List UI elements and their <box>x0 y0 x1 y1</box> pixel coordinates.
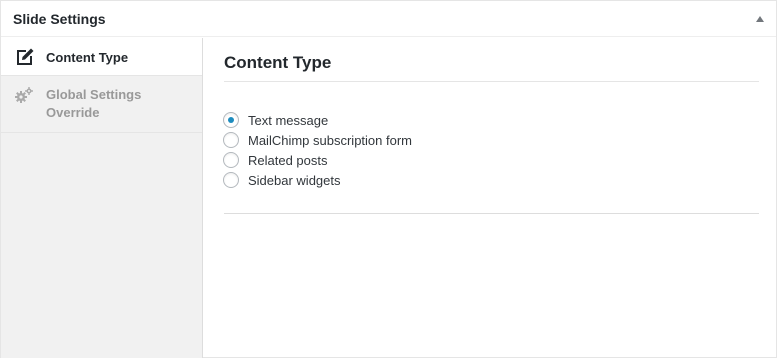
radio-label: Related posts <box>248 152 328 168</box>
radio-button-checked[interactable] <box>223 112 239 128</box>
gears-icon <box>15 87 33 103</box>
tab-global-settings-override[interactable]: Global Settings Override <box>1 76 202 133</box>
radio-option-related-posts[interactable]: Related posts <box>223 150 412 170</box>
radio-button[interactable] <box>223 132 239 148</box>
radio-button[interactable] <box>223 172 239 188</box>
radio-option-text-message[interactable]: Text message <box>223 110 412 130</box>
radio-option-mailchimp-form[interactable]: MailChimp subscription form <box>223 130 412 150</box>
radio-label: MailChimp subscription form <box>248 132 412 148</box>
radio-label: Text message <box>248 112 329 128</box>
tab-content-type[interactable]: Content Type <box>1 38 202 76</box>
radio-label: Sidebar widgets <box>248 172 341 188</box>
heading-divider <box>224 81 759 82</box>
metabox-header[interactable]: Slide Settings <box>1 1 776 37</box>
metabox-title: Slide Settings <box>13 11 106 27</box>
settings-sidebar: Content Type Global Settings Override <box>1 38 203 358</box>
section-heading: Content Type <box>224 53 332 72</box>
edit-icon <box>17 48 34 65</box>
content-type-radio-group: Text message MailChimp subscription form… <box>223 110 412 190</box>
content-panel: Content Type Text message MailChimp subs… <box>204 38 776 358</box>
section-divider <box>224 213 759 214</box>
tab-global-settings-override-label: Global Settings Override <box>46 87 142 120</box>
tab-content-type-label: Content Type <box>46 50 129 65</box>
slide-settings-metabox: Slide Settings Content Type Global Setti… <box>0 0 777 358</box>
radio-option-sidebar-widgets[interactable]: Sidebar widgets <box>223 170 412 190</box>
radio-button[interactable] <box>223 152 239 168</box>
collapse-arrow-icon[interactable] <box>756 16 764 22</box>
